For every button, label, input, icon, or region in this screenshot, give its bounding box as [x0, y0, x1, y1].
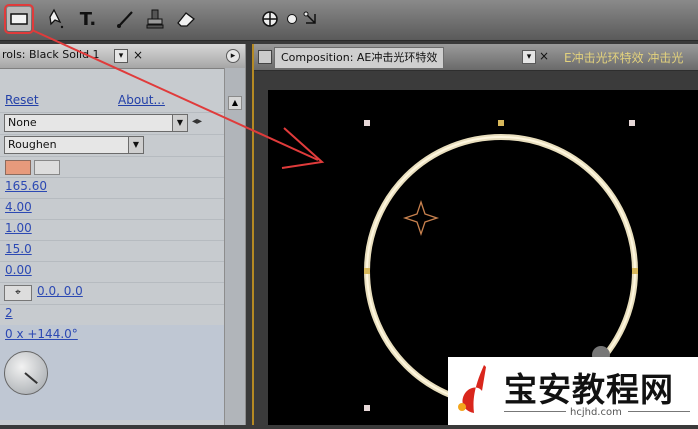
effect-controls-title: rols: Black Solid 1 — [2, 48, 100, 61]
about-link[interactable]: About... — [118, 93, 165, 107]
watermark-subtitle: hcjhd.com — [570, 407, 622, 418]
lock-icon[interactable] — [258, 50, 272, 64]
dial-needle — [24, 372, 38, 385]
watermark-title: 宝安教程网 — [504, 370, 674, 409]
ring-vertex[interactable] — [498, 120, 504, 126]
angle-value[interactable]: 0 x +144.0° — [5, 327, 78, 341]
value-row-4: 15.0 — [0, 240, 225, 262]
value-row-1: 165.60 — [0, 177, 225, 199]
comp-menu-icon[interactable]: ▾ — [522, 50, 536, 64]
reset-link[interactable]: Reset — [5, 93, 39, 107]
roughen-dropdown[interactable]: Roughen ▼ — [4, 136, 144, 154]
watermark: 宝安教程网 hcjhd.com — [448, 357, 698, 425]
value-1[interactable]: 165.60 — [5, 179, 47, 193]
point-row: ⌖ 0.0, 0.0 — [0, 282, 225, 305]
value-row-5: 0.00 — [0, 261, 225, 283]
chevron-down-icon: ▼ — [128, 137, 143, 153]
none-dropdown[interactable]: None ▼ — [4, 114, 188, 132]
panel-scrollbar[interactable]: ▲ — [224, 68, 245, 425]
none-dropdown-value: None — [8, 116, 37, 129]
effect-controls-panel: rols: Black Solid 1 ▾ × ▸ Reset About...… — [0, 44, 246, 425]
eyedropper-icon[interactable] — [34, 160, 60, 175]
effect-header-row: Reset About... — [0, 90, 225, 113]
color-swatch[interactable] — [5, 160, 31, 175]
eraser-icon[interactable] — [174, 7, 198, 31]
effect-controls-tab[interactable]: rols: Black Solid 1 ▾ × ▸ — [0, 44, 245, 69]
angle-dial[interactable] — [4, 351, 48, 395]
count-value[interactable]: 2 — [5, 306, 13, 320]
close-panel-icon[interactable]: × — [132, 49, 144, 61]
layer-handle[interactable] — [364, 405, 370, 411]
chevron-down-icon: ▼ — [172, 115, 187, 131]
color-row — [0, 156, 225, 178]
ring-vertex[interactable] — [632, 268, 638, 274]
composition-tab-label: Composition: AE冲击光环特效 — [281, 51, 438, 64]
clone-stamp-icon[interactable] — [143, 7, 167, 31]
composition-tabbar: Composition: AE冲击光环特效 ▾ × E冲击光环特效 冲击光 — [254, 44, 698, 71]
layer-handle[interactable] — [629, 120, 635, 126]
composition-tab-2[interactable]: E冲击光环特效 冲击光 — [564, 49, 683, 66]
watermark-divider — [628, 411, 690, 412]
none-dropdown-row: None ▼ ◂▸ — [0, 112, 225, 135]
close-tab-icon[interactable]: × — [538, 50, 550, 62]
value-2[interactable]: 4.00 — [5, 200, 32, 214]
value-3[interactable]: 1.00 — [5, 221, 32, 235]
scroll-up-icon[interactable]: ▲ — [228, 96, 242, 110]
roughen-dropdown-value: Roughen — [8, 138, 57, 151]
watermark-divider — [504, 411, 566, 412]
nav-arrows-icon[interactable]: ◂▸ — [192, 116, 202, 127]
tools-toolbar: T. — [0, 0, 698, 41]
pen-icon[interactable] — [44, 7, 68, 31]
value-row-2: 4.00 — [0, 198, 225, 220]
count-row: 2 — [0, 304, 225, 326]
rectangle-mask-icon[interactable] — [4, 4, 34, 34]
ring-vertex[interactable] — [364, 268, 370, 274]
value-row-3: 1.00 — [0, 219, 225, 241]
panel-menu-icon[interactable]: ▾ — [114, 49, 128, 63]
type-icon[interactable]: T. — [76, 7, 100, 31]
value-5[interactable]: 0.00 — [5, 263, 32, 277]
type-tool-label: T. — [79, 8, 97, 30]
watermark-logo-icon — [458, 365, 486, 413]
crosshair-icon[interactable]: ⌖ — [4, 285, 32, 301]
composition-tab[interactable]: Composition: AE冲击光环特效 — [274, 47, 445, 69]
panel-options-icon[interactable]: ▸ — [226, 49, 240, 63]
point-value[interactable]: 0.0, 0.0 — [37, 284, 83, 298]
orbit-icon[interactable] — [258, 7, 282, 31]
value-4[interactable]: 15.0 — [5, 242, 32, 256]
angle-row: 0 x +144.0° — [0, 325, 225, 420]
axis-icon[interactable] — [299, 7, 323, 31]
layer-handle[interactable] — [364, 120, 370, 126]
brush-icon[interactable] — [113, 7, 137, 31]
roughen-dropdown-row: Roughen ▼ — [0, 134, 225, 157]
anchor-point-icon[interactable] — [402, 199, 440, 237]
